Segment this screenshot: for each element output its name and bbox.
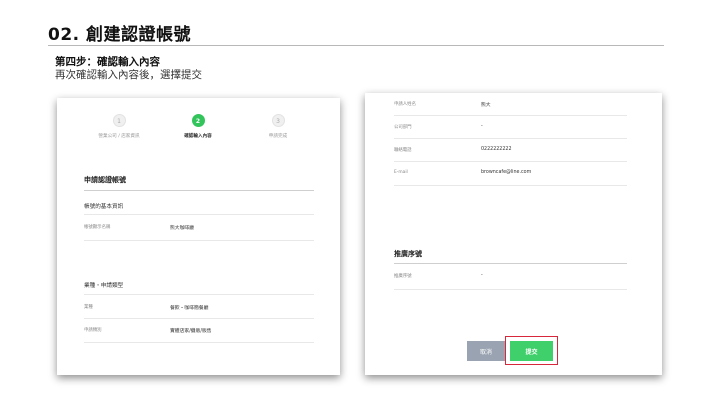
row-divider bbox=[394, 138, 627, 139]
submit-highlight-box bbox=[505, 336, 558, 365]
industry-value: 餐飲・咖啡簡餐廳 bbox=[170, 306, 209, 311]
row-divider bbox=[84, 240, 314, 241]
applicant-name-value: 熊大 bbox=[481, 103, 491, 108]
basic-info-heading: 帳號的基本資訊 bbox=[84, 204, 124, 210]
step-label-1: 營業公司 / 店家資訊 bbox=[98, 134, 140, 139]
row-divider bbox=[394, 115, 627, 116]
step-label-2: 確認輸入內容 bbox=[184, 134, 212, 139]
step-number-1: 1 bbox=[112, 114, 126, 127]
application-type-label: 申請類別 bbox=[84, 328, 102, 333]
phone-label: 聯絡電話 bbox=[394, 148, 412, 153]
promo-code-value: - bbox=[481, 273, 483, 278]
confirm-form-panel-top: 1 營業公司 / 店家資訊 2 確認輸入內容 3 申請完成 申請認證帳號 帳號的… bbox=[57, 98, 340, 375]
title-divider bbox=[48, 45, 664, 46]
industry-label: 業種 bbox=[84, 305, 93, 310]
row-divider bbox=[394, 161, 627, 162]
stepper-step-2: 2 確認輸入內容 bbox=[153, 114, 243, 139]
slide-title: 02. 創建認證帳號 bbox=[48, 25, 192, 45]
stepper-step-3: 3 申請完成 bbox=[233, 114, 323, 139]
stepper-step-1: 1 營業公司 / 店家資訊 bbox=[74, 114, 164, 139]
section-title: 申請認證帳號 bbox=[84, 176, 126, 184]
industry-divider bbox=[84, 294, 314, 295]
row-divider bbox=[394, 289, 627, 290]
row-divider bbox=[84, 342, 314, 343]
step-number-3: 3 bbox=[271, 114, 285, 127]
basic-info-divider bbox=[84, 214, 314, 215]
step-description: 再次確認輸入內容後，選擇提交 bbox=[55, 69, 202, 81]
applicant-name-label: 申請人姓名 bbox=[394, 102, 416, 107]
display-name-value: 熊大咖啡廳 bbox=[170, 226, 194, 231]
department-value: - bbox=[481, 124, 483, 129]
row-divider bbox=[394, 185, 627, 186]
phone-value: 0222222222 bbox=[481, 147, 512, 152]
row-divider bbox=[84, 318, 314, 319]
promo-divider bbox=[394, 263, 627, 264]
industry-heading: 業種・申請類型 bbox=[84, 283, 124, 289]
department-label: 公司部門 bbox=[394, 125, 412, 130]
promo-code-label: 推廣序號 bbox=[394, 274, 412, 279]
email-label: E-mail bbox=[394, 170, 408, 175]
step-number-2: 2 bbox=[191, 114, 205, 127]
step-label-3: 申請完成 bbox=[268, 134, 288, 139]
application-type-value: 實體店家/攤販/販售 bbox=[170, 329, 212, 334]
display-name-label: 帳號顯示名稱 bbox=[84, 225, 111, 230]
cancel-button[interactable]: 取消 bbox=[467, 341, 505, 361]
section-divider bbox=[84, 190, 314, 191]
confirm-form-panel-bottom: 申請人姓名 熊大 公司部門 - 聯絡電話 0222222222 E-mail b… bbox=[365, 93, 662, 375]
promo-heading: 推廣序號 bbox=[394, 250, 422, 258]
email-value: browncafe@line.com bbox=[481, 170, 532, 175]
